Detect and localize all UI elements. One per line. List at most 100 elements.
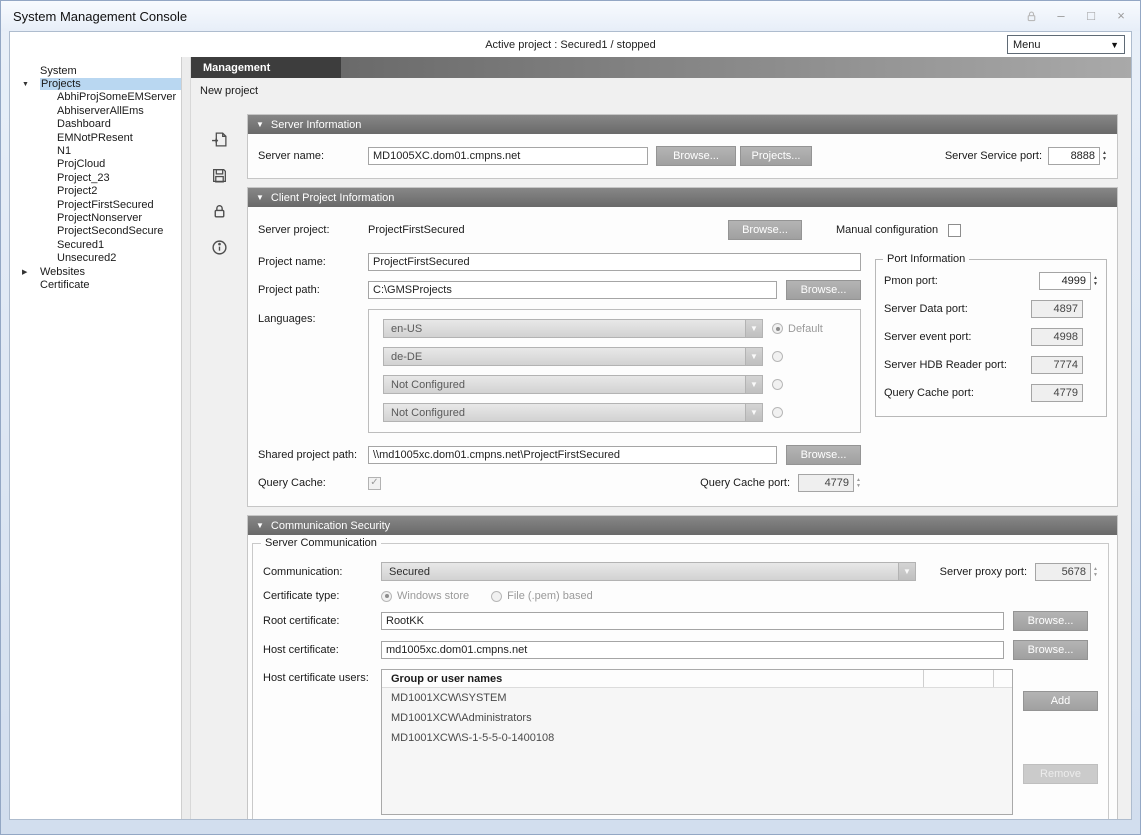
active-project-status: Active project : Secured1 / stopped	[485, 39, 656, 51]
sidebar-item-system[interactable]: System	[10, 64, 181, 77]
spin-down-icon[interactable]: ▼	[1093, 281, 1098, 287]
sidebar-item-emnotpresent[interactable]: EMNotPResent	[10, 131, 181, 144]
root-certificate-browse-button[interactable]: Browse...	[1013, 611, 1088, 631]
chevron-down-icon[interactable]: ▼	[898, 563, 915, 580]
projects-button[interactable]: Projects...	[740, 146, 812, 166]
host-certificate-label: Host certificate:	[263, 644, 381, 656]
service-port-input[interactable]	[1048, 147, 1100, 165]
chevron-down-icon: ▼	[256, 193, 264, 202]
communication-dropdown[interactable]: Secured ▼	[381, 562, 916, 581]
chevron-down-icon[interactable]: ▼	[22, 81, 33, 88]
section-server-information: ▼ Server Information Server name: Browse…	[247, 114, 1118, 179]
project-path-input[interactable]	[368, 281, 777, 299]
lock-icon	[1024, 10, 1038, 23]
language-1-default-radio	[772, 323, 783, 334]
server-browse-button[interactable]: Browse...	[656, 146, 736, 166]
sidebar-item-projcloud[interactable]: ProjCloud	[10, 158, 181, 171]
sidebar-item-unsecured2[interactable]: Unsecured2	[10, 251, 181, 264]
language-2-dropdown[interactable]: de-DE ▼	[383, 347, 763, 366]
pem-file-radio	[491, 591, 502, 602]
sidebar-item-project2[interactable]: Project2	[10, 185, 181, 198]
sidebar-item-projectsecondsecure[interactable]: ProjectSecondSecure	[10, 225, 181, 238]
project-name-input[interactable]	[368, 253, 861, 271]
table-row[interactable]: MD1001XCW\Administrators	[382, 708, 1012, 728]
pmon-port-stepper[interactable]: ▲ ▼	[1093, 275, 1098, 287]
sidebar-item-project-23[interactable]: Project_23	[10, 171, 181, 184]
languages-box: en-US ▼ Default	[368, 309, 861, 433]
server-proxy-port-input	[1035, 563, 1091, 581]
sidebar-splitter[interactable]	[182, 57, 191, 819]
server-proxy-port-stepper: ▲ ▼	[1093, 566, 1098, 578]
navigation-tree: System ▼ Projects AbhiProjSomeEMServer A…	[10, 57, 182, 819]
sidebar-item-projectnonserver[interactable]: ProjectNonserver	[10, 211, 181, 224]
certificate-users-table[interactable]: Group or user names MD1001XCW\SYSTEM MD1…	[381, 669, 1013, 815]
page-subtitle: New project	[200, 85, 258, 97]
spin-down-icon: ▼	[856, 483, 861, 489]
check-icon: ✓	[370, 478, 378, 488]
table-row[interactable]: MD1001XCW\SYSTEM	[382, 688, 1012, 708]
client-area: Active project : Secured1 / stopped Menu…	[9, 31, 1132, 820]
chevron-down-icon[interactable]: ▼	[745, 404, 762, 421]
project-path-browse-button[interactable]: Browse...	[786, 280, 861, 300]
language-4-dropdown[interactable]: Not Configured ▼	[383, 403, 763, 422]
close-button[interactable]: ×	[1114, 9, 1128, 23]
host-certificate-browse-button[interactable]: Browse...	[1013, 640, 1088, 660]
server-information-header[interactable]: ▼ Server Information	[248, 115, 1117, 134]
server-project-browse-button[interactable]: Browse...	[728, 220, 802, 240]
server-proxy-port-label: Server proxy port:	[940, 566, 1027, 578]
add-button[interactable]: Add	[1023, 691, 1098, 711]
language-1-dropdown[interactable]: en-US ▼	[383, 319, 763, 338]
server-communication-title: Server Communication	[261, 537, 381, 549]
sidebar-item-projectfirstsecured[interactable]: ProjectFirstSecured	[10, 198, 181, 211]
chevron-down-icon[interactable]: ▼	[745, 320, 762, 337]
sidebar-item-certificate[interactable]: Certificate	[10, 278, 181, 291]
root-certificate-label: Root certificate:	[263, 615, 381, 627]
language-row: Not Configured ▼	[383, 375, 850, 394]
side-toolbar	[191, 104, 247, 819]
spin-down-icon: ▼	[1093, 572, 1098, 578]
sidebar-item-abhiserverallems[interactable]: AbhiserverAllEms	[10, 104, 181, 117]
project-name-label: Project name:	[258, 256, 368, 268]
communication-security-header[interactable]: ▼ Communication Security	[248, 516, 1117, 535]
languages-label: Languages:	[258, 309, 368, 325]
spin-down-icon[interactable]: ▼	[1102, 156, 1107, 162]
default-radio-label: Default	[788, 323, 823, 335]
tab-management[interactable]: Management	[191, 57, 341, 78]
chevron-down-icon[interactable]: ▼	[745, 376, 762, 393]
language-3-dropdown[interactable]: Not Configured ▼	[383, 375, 763, 394]
shared-path-browse-button[interactable]: Browse...	[786, 445, 861, 465]
language-3-default-radio	[772, 379, 783, 390]
sidebar-item-abhiprojsomeemserver[interactable]: AbhiProjSomeEMServer	[10, 91, 181, 104]
sidebar-item-websites[interactable]: ▶ Websites	[10, 265, 181, 278]
lock-icon[interactable]	[208, 200, 230, 222]
query-cache-port-input	[798, 474, 854, 492]
server-event-port-label: Server event port:	[884, 331, 971, 343]
manual-configuration-checkbox[interactable]	[948, 224, 961, 237]
maximize-button[interactable]: □	[1084, 9, 1098, 23]
new-project-icon[interactable]	[208, 128, 230, 150]
info-icon[interactable]	[208, 236, 230, 258]
sidebar-item-dashboard[interactable]: Dashboard	[10, 118, 181, 131]
sidebar-item-n1[interactable]: N1	[10, 144, 181, 157]
sidebar-item-secured1[interactable]: Secured1	[10, 238, 181, 251]
language-2-default-radio	[772, 351, 783, 362]
table-row[interactable]: MD1001XCW\S-1-5-5-0-1400108	[382, 728, 1012, 748]
pmon-port-label: Pmon port:	[884, 275, 938, 287]
window-title: System Management Console	[13, 9, 187, 24]
root-certificate-input[interactable]	[381, 612, 1004, 630]
sidebar-item-projects[interactable]: ▼ Projects	[10, 77, 181, 90]
chevron-down-icon[interactable]: ▼	[745, 348, 762, 365]
chevron-right-icon[interactable]: ▶	[22, 268, 33, 276]
host-certificate-input[interactable]	[381, 641, 1004, 659]
project-path-label: Project path:	[258, 284, 368, 296]
client-project-header[interactable]: ▼ Client Project Information	[248, 188, 1117, 207]
tabstrip: Management	[191, 57, 1131, 78]
menu-dropdown[interactable]: Menu ▼	[1007, 35, 1125, 54]
app-window: System Management Console – □ × Active p…	[0, 0, 1141, 835]
minimize-button[interactable]: –	[1054, 9, 1068, 23]
save-icon[interactable]	[208, 164, 230, 186]
service-port-stepper[interactable]: ▲ ▼	[1102, 150, 1107, 162]
shared-project-path-input[interactable]	[368, 446, 777, 464]
server-name-input[interactable]	[368, 147, 648, 165]
pmon-port-input[interactable]	[1039, 272, 1091, 290]
